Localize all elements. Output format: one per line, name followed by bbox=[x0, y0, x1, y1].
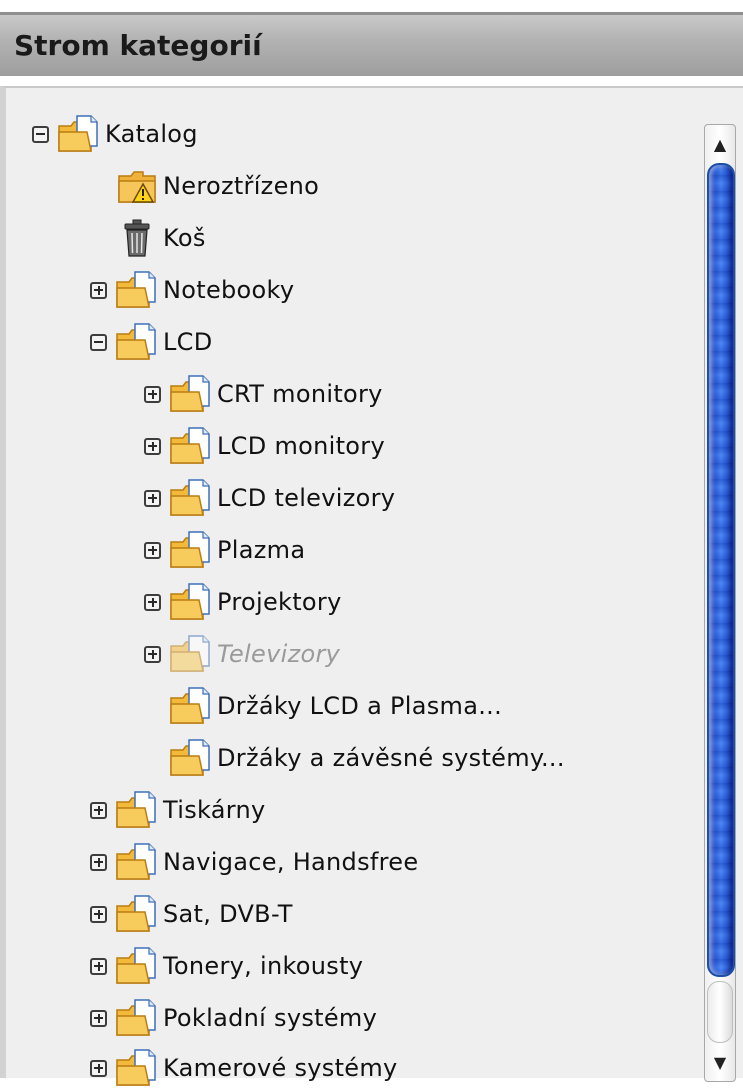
tree-node-sat-dvb-t[interactable]: Sat, DVB-T bbox=[90, 891, 293, 937]
tree-node-pokladni-systemy[interactable]: Pokladní systémy bbox=[90, 995, 377, 1041]
tree-node-kamerove-systemy[interactable]: Kamerové systémy bbox=[90, 1045, 398, 1091]
tree-node-plazma[interactable]: Plazma bbox=[144, 527, 305, 573]
folder-icon bbox=[116, 1049, 156, 1086]
tree-node-navigace-handsfree[interactable]: Navigace, Handsfree bbox=[90, 839, 418, 885]
tree-node-label: Tiskárny bbox=[163, 796, 266, 824]
folder-icon bbox=[116, 999, 156, 1036]
tree-node-label: Katalog bbox=[105, 120, 198, 148]
warning-folder-icon bbox=[118, 171, 156, 203]
tree-node-label: Navigace, Handsfree bbox=[163, 848, 419, 876]
folder-icon bbox=[116, 791, 156, 828]
tree-node-tonery-inkousty[interactable]: Tonery, inkousty bbox=[90, 943, 363, 989]
panel-body: Katalog Neroztřízeno Koš Notebooky LCD C… bbox=[0, 86, 743, 1086]
tree-node-projektory[interactable]: Projektory bbox=[144, 579, 342, 625]
expand-icon[interactable] bbox=[90, 853, 107, 871]
folder-icon bbox=[170, 427, 210, 464]
tree-node-lcd-televizory[interactable]: LCD televizory bbox=[144, 475, 395, 521]
tree-node-televizory[interactable]: Televizory bbox=[144, 631, 340, 677]
tree-node-lcd[interactable]: LCD bbox=[90, 319, 213, 365]
folder-icon bbox=[116, 843, 156, 880]
trash-icon bbox=[124, 219, 150, 257]
scroll-up-arrow-icon[interactable]: ▲ bbox=[705, 127, 735, 161]
expand-icon[interactable] bbox=[90, 957, 107, 975]
folder-icon bbox=[116, 271, 156, 308]
tree-node-label: Neroztřízeno bbox=[163, 172, 320, 200]
expand-icon[interactable] bbox=[144, 645, 161, 663]
expand-icon[interactable] bbox=[90, 1059, 107, 1077]
panel-header: Strom kategorií bbox=[0, 12, 743, 76]
tree-node-label: Sat, DVB-T bbox=[163, 900, 293, 928]
tree-node-neroztrizeno[interactable]: Neroztřízeno bbox=[90, 163, 319, 209]
folder-icon bbox=[170, 739, 210, 776]
folder-icon bbox=[116, 323, 156, 360]
tree-node-label: Plazma bbox=[217, 536, 306, 564]
tree-node-label: Tonery, inkousty bbox=[163, 952, 364, 980]
scroll-down-arrow-icon[interactable]: ▼ bbox=[705, 1045, 735, 1079]
folder-icon bbox=[170, 531, 210, 568]
tree-node-label: LCD monitory bbox=[217, 432, 385, 460]
expand-icon[interactable] bbox=[144, 541, 161, 559]
folder-icon bbox=[58, 115, 98, 152]
tree-node-label: Pokladní systémy bbox=[163, 1004, 378, 1032]
folder-icon bbox=[170, 635, 210, 672]
category-tree: Katalog Neroztřízeno Koš Notebooky LCD C… bbox=[6, 88, 696, 1086]
folder-icon bbox=[170, 687, 210, 724]
tree-node-label: Koš bbox=[163, 224, 206, 252]
folder-icon bbox=[170, 583, 210, 620]
tree-node-label: LCD bbox=[163, 328, 213, 356]
tree-node-tiskarny[interactable]: Tiskárny bbox=[90, 787, 266, 833]
tree-node-katalog[interactable]: Katalog bbox=[32, 111, 198, 157]
tree-node-drzaky-zavesne-systemy[interactable]: Držáky a závěsné systémy... bbox=[144, 735, 565, 781]
expand-icon[interactable] bbox=[90, 281, 107, 299]
scrollbar-thumb[interactable] bbox=[707, 163, 735, 977]
vertical-scrollbar[interactable]: ▲ ▼ bbox=[704, 124, 736, 1082]
collapse-icon[interactable] bbox=[90, 333, 107, 351]
tree-node-label: LCD televizory bbox=[217, 484, 396, 512]
tree-node-notebooky[interactable]: Notebooky bbox=[90, 267, 294, 313]
expand-icon[interactable] bbox=[144, 437, 161, 455]
expand-icon[interactable] bbox=[144, 489, 161, 507]
tree-node-label: Televizory bbox=[217, 640, 341, 668]
tree-node-label: CRT monitory bbox=[217, 380, 383, 408]
tree-node-label: Notebooky bbox=[163, 276, 295, 304]
scrollbar-track[interactable] bbox=[707, 981, 733, 1043]
expand-icon[interactable] bbox=[144, 385, 161, 403]
folder-icon bbox=[170, 375, 210, 412]
expand-icon[interactable] bbox=[144, 593, 161, 611]
tree-node-label: Projektory bbox=[217, 588, 342, 616]
expand-icon[interactable] bbox=[90, 801, 107, 819]
collapse-icon[interactable] bbox=[32, 125, 49, 143]
folder-icon bbox=[116, 895, 156, 932]
tree-node-kos[interactable]: Koš bbox=[90, 215, 206, 261]
expand-icon[interactable] bbox=[90, 1009, 107, 1027]
tree-node-drzaky-lcd-plasma[interactable]: Držáky LCD a Plasma... bbox=[144, 683, 502, 729]
folder-icon bbox=[170, 479, 210, 516]
category-tree-panel: Strom kategorií Katalog Neroztřízeno Koš… bbox=[0, 12, 743, 1086]
tree-node-label: Držáky a závěsné systémy... bbox=[217, 744, 565, 772]
folder-icon bbox=[116, 947, 156, 984]
tree-node-crt-monitory[interactable]: CRT monitory bbox=[144, 371, 383, 417]
tree-node-lcd-monitory[interactable]: LCD monitory bbox=[144, 423, 385, 469]
panel-title: Strom kategorií bbox=[14, 29, 262, 62]
tree-node-label: Držáky LCD a Plasma... bbox=[217, 692, 503, 720]
expand-icon[interactable] bbox=[90, 905, 107, 923]
